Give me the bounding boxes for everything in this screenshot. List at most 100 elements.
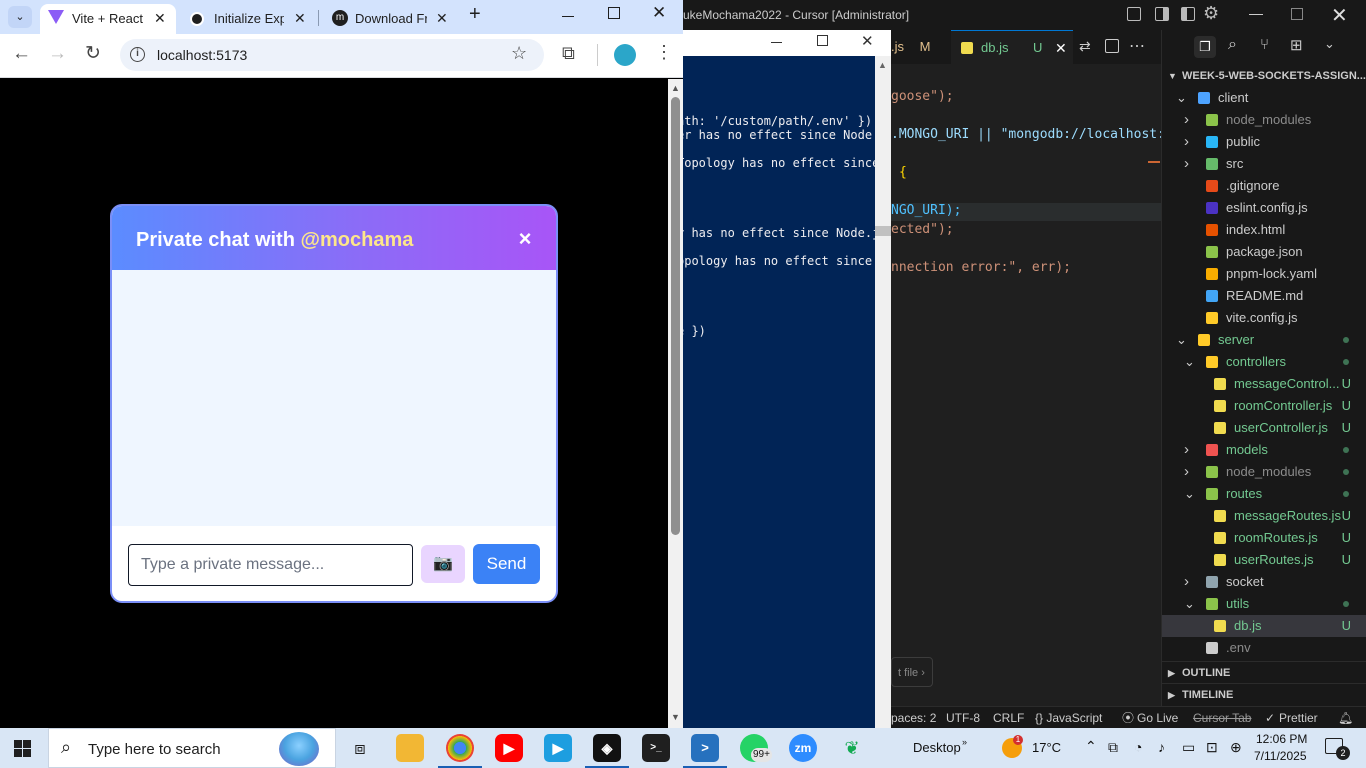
display-icon[interactable]: ⊡ <box>1206 739 1218 756</box>
network-icon[interactable]: ⧉ <box>1108 739 1118 756</box>
file-item[interactable]: .env <box>1162 637 1366 659</box>
browser-tab[interactable]: m Download Fre ✕ <box>322 4 458 34</box>
file-item[interactable]: eslint.config.js <box>1162 197 1366 219</box>
status-cursor-tab[interactable]: Cursor Tab <box>1193 707 1251 729</box>
chat-file-hint[interactable]: t file › <box>891 657 933 687</box>
url-text[interactable]: localhost:5173 <box>157 47 247 63</box>
close-tab-icon[interactable]: ✕ <box>154 9 166 27</box>
chevron-up-icon[interactable]: » <box>962 737 967 747</box>
file-item[interactable]: roomRoutes.js U <box>1162 527 1366 549</box>
chevron-down-icon[interactable]: ⌄ <box>1324 36 1335 52</box>
reload-icon[interactable]: ↻ <box>85 42 101 65</box>
outline-section[interactable]: ▶ OUTLINE <box>1162 661 1366 683</box>
task-view-icon[interactable]: ⧈ <box>346 734 374 762</box>
close-tab-icon[interactable]: ✕ <box>1055 31 1067 65</box>
page-scrollbar[interactable]: ▲ ▼ <box>668 79 683 728</box>
battery-icon[interactable]: ▭ <box>1182 739 1195 756</box>
restore-icon[interactable] <box>1291 8 1303 20</box>
private-message-input[interactable] <box>128 544 413 586</box>
scroll-thumb[interactable] <box>671 97 680 535</box>
tab-search-chevron-icon[interactable]: ⌄ <box>8 6 32 28</box>
explorer-section-header[interactable]: ▼ WEEK-5-WEB-SOCKETS-ASSIGN... <box>1162 66 1366 86</box>
status-go-live[interactable]: Go Live <box>1137 707 1178 729</box>
media-player-icon[interactable]: ▶ <box>544 734 572 762</box>
windows-start-icon[interactable] <box>14 740 31 757</box>
folder-item[interactable]: ⌄ controllers <box>1162 351 1366 373</box>
camera-upload-button[interactable]: 📷 <box>421 545 465 583</box>
new-tab-plus-icon[interactable]: + <box>469 3 481 26</box>
scroll-down-icon[interactable]: ▼ <box>671 712 680 722</box>
status-indentation[interactable]: paces: 2 <box>891 707 936 729</box>
file-item[interactable]: .gitignore <box>1162 175 1366 197</box>
clock-date[interactable]: 7/11/2025 <box>1254 749 1307 763</box>
site-info-icon[interactable]: i <box>130 47 145 62</box>
layout-secondary-icon[interactable] <box>1181 7 1195 21</box>
file-item[interactable]: roomController.js U <box>1162 395 1366 417</box>
clock-time[interactable]: 12:06 PM <box>1256 732 1307 746</box>
close-window-icon[interactable]: ✕ <box>652 3 666 23</box>
youtube-icon[interactable]: ▶ <box>495 734 523 762</box>
file-item[interactable]: messageRoutes.js U <box>1162 505 1366 527</box>
chevron-up-icon[interactable]: ⌃ <box>1085 738 1097 755</box>
search-icon[interactable]: ⌕ <box>1228 36 1237 54</box>
close-window-icon[interactable]: ✕ <box>861 32 874 50</box>
layout-sidebar-icon[interactable] <box>1155 7 1169 21</box>
taskbar-search-box[interactable]: ⌕ Type here to search <box>48 728 336 768</box>
cursor-app-icon[interactable]: ◈ <box>593 734 621 762</box>
close-tab-icon[interactable]: ✕ <box>294 9 306 27</box>
search-highlight-icon[interactable] <box>279 732 319 766</box>
extensions-puzzle-icon[interactable]: ⧉ <box>562 43 575 64</box>
browser-tab-active[interactable]: Vite + React ✕ <box>40 4 176 34</box>
browser-tab[interactable]: Initialize Expr ✕ <box>180 4 319 34</box>
close-tab-icon[interactable]: ✕ <box>436 9 448 27</box>
chrome-icon[interactable] <box>446 734 474 762</box>
folder-item[interactable]: ⌄ client <box>1162 87 1366 109</box>
minimize-icon[interactable] <box>1249 14 1263 15</box>
terminal-scrollbar[interactable]: ▲ <box>875 56 891 728</box>
status-eol[interactable]: CRLF <box>993 707 1024 729</box>
source-control-icon[interactable]: ⑂ <box>1260 36 1269 53</box>
mongodb-leaf-icon[interactable]: ❦ <box>838 734 866 762</box>
language-icon[interactable]: ⊕ <box>1230 739 1242 756</box>
profile-avatar[interactable] <box>614 44 636 66</box>
file-item[interactable]: vite.config.js <box>1162 307 1366 329</box>
file-item[interactable]: messageControl... U <box>1162 373 1366 395</box>
layout-panel-icon[interactable] <box>1127 7 1141 21</box>
minimize-icon[interactable] <box>562 16 574 17</box>
file-item[interactable]: db.js U <box>1162 615 1366 637</box>
scroll-up-icon[interactable]: ▲ <box>878 60 887 70</box>
folder-item[interactable]: ⌄ routes <box>1162 483 1366 505</box>
file-item[interactable]: README.md <box>1162 285 1366 307</box>
file-item[interactable]: userController.js U <box>1162 417 1366 439</box>
terminal-output[interactable]: ath: '/custom/path/.env' }) er has no eff… <box>683 112 875 712</box>
folder-item[interactable]: › models <box>1162 439 1366 461</box>
close-window-icon[interactable]: ✕ <box>1331 3 1348 28</box>
settings-gear-icon[interactable]: ⚙ <box>1203 3 1219 24</box>
zoom-icon[interactable]: zm <box>789 734 817 762</box>
file-explorer-icon[interactable] <box>396 734 424 762</box>
folder-item[interactable]: › public <box>1162 131 1366 153</box>
back-arrow-icon[interactable]: ← <box>12 43 31 65</box>
volume-icon[interactable]: ♪ <box>1158 739 1165 755</box>
extensions-icon[interactable]: ⊞ <box>1290 36 1303 54</box>
file-item[interactable]: index.html <box>1162 219 1366 241</box>
scroll-up-icon[interactable]: ▲ <box>671 83 680 93</box>
maximize-icon[interactable] <box>817 35 828 46</box>
file-item[interactable]: package.json <box>1162 241 1366 263</box>
folder-item[interactable]: › node_modules <box>1162 461 1366 483</box>
editor-tab[interactable]: .js M <box>891 30 949 64</box>
weather-temperature[interactable]: 17°C <box>1032 740 1061 755</box>
status-encoding[interactable]: UTF-8 <box>946 707 980 729</box>
wifi-icon[interactable]: ◔ <box>1134 739 1142 755</box>
more-actions-icon[interactable]: ⋯ <box>1129 36 1145 56</box>
folder-item[interactable]: ⌄ utils <box>1162 593 1366 615</box>
explorer-icon[interactable]: ❐ <box>1194 36 1216 58</box>
git-compare-icon[interactable]: ⇄ <box>1079 38 1091 55</box>
maximize-icon[interactable] <box>608 7 620 19</box>
bookmark-star-icon[interactable]: ☆ <box>511 43 527 64</box>
status-prettier[interactable]: Prettier <box>1279 707 1318 729</box>
kebab-menu-icon[interactable]: ⋮ <box>655 42 673 63</box>
terminal-icon[interactable]: >_ <box>642 734 670 762</box>
minimize-icon[interactable] <box>771 42 782 43</box>
file-item[interactable]: pnpm-lock.yaml <box>1162 263 1366 285</box>
